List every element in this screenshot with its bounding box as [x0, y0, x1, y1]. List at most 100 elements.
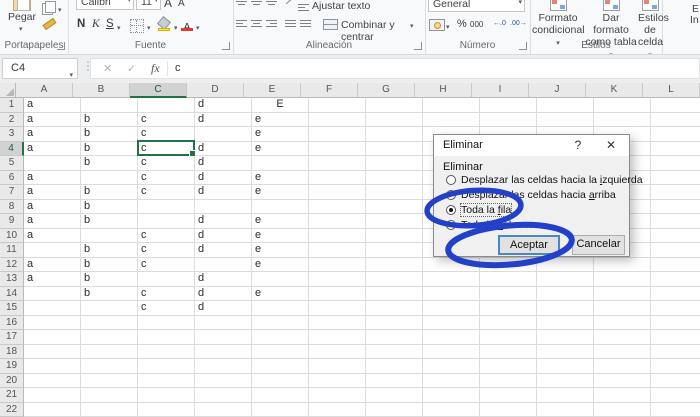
- radio-icon[interactable]: [446, 219, 456, 230]
- cell-L6[interactable]: [651, 171, 700, 185]
- cell-D3[interactable]: [195, 127, 252, 142]
- cell-D21[interactable]: [195, 388, 252, 403]
- cell-C18[interactable]: [138, 344, 195, 359]
- cell-F11[interactable]: [309, 243, 366, 258]
- cell-E8[interactable]: [252, 199, 309, 214]
- name-box[interactable]: C4 ▾: [2, 58, 78, 79]
- cell-L14[interactable]: [651, 287, 700, 301]
- row-header-18[interactable]: 18: [0, 344, 24, 359]
- cell-L18[interactable]: [651, 345, 700, 359]
- cell-G16[interactable]: [366, 315, 423, 330]
- decrease-font-icon[interactable]: A: [178, 0, 185, 9]
- cell-E20[interactable]: [252, 373, 309, 388]
- cell-B12[interactable]: b: [81, 257, 138, 272]
- cell-H13[interactable]: [423, 272, 480, 287]
- cell-H18[interactable]: [423, 344, 480, 359]
- orientation-icon[interactable]: [285, 0, 295, 5]
- cell-B15[interactable]: [81, 301, 138, 316]
- increase-decimal-icon[interactable]: ←.0: [493, 20, 506, 27]
- cell-G20[interactable]: [366, 373, 423, 388]
- cell-J20[interactable]: [537, 373, 594, 388]
- cell-F12[interactable]: [309, 257, 366, 272]
- column-header-B[interactable]: B: [73, 83, 130, 98]
- cell-F14[interactable]: [309, 286, 366, 301]
- chevron-down-icon[interactable]: ▾: [19, 25, 23, 33]
- column-header-D[interactable]: D: [187, 83, 244, 98]
- paste-button[interactable]: Pegar ▾: [4, 0, 40, 36]
- cell-E6[interactable]: e: [252, 170, 309, 185]
- accounting-format-icon[interactable]: [429, 19, 445, 31]
- wrap-text-button[interactable]: Ajustar texto: [312, 0, 370, 12]
- cell-A20[interactable]: [24, 373, 81, 388]
- chevron-down-icon[interactable]: ▾: [518, 0, 522, 10]
- cell-K16[interactable]: [594, 315, 651, 330]
- cell-B14[interactable]: b: [81, 286, 138, 301]
- cell-C8[interactable]: [138, 199, 195, 214]
- cell-A12[interactable]: a: [24, 257, 81, 272]
- cell-F20[interactable]: [309, 373, 366, 388]
- cell-K20[interactable]: [594, 373, 651, 388]
- cell-E15[interactable]: [252, 301, 309, 316]
- row-header-1[interactable]: 1: [0, 98, 24, 113]
- cell-G13[interactable]: [366, 272, 423, 287]
- cell-L9[interactable]: [651, 214, 700, 229]
- cell-C12[interactable]: c: [138, 257, 195, 272]
- cell-G22[interactable]: [366, 402, 423, 417]
- cell-B6[interactable]: [81, 170, 138, 185]
- cell-I20[interactable]: [480, 373, 537, 388]
- cell-F9[interactable]: [309, 214, 366, 229]
- cell-A22[interactable]: [24, 402, 81, 417]
- cell-C20[interactable]: [138, 373, 195, 388]
- column-header-C[interactable]: C: [130, 83, 187, 98]
- cell-B8[interactable]: b: [81, 199, 138, 214]
- fill-color-icon[interactable]: [156, 15, 172, 31]
- help-button[interactable]: ?: [571, 138, 585, 152]
- decrease-decimal-icon[interactable]: .00→: [510, 20, 527, 27]
- cell-I14[interactable]: [480, 286, 537, 301]
- cell-G21[interactable]: [366, 388, 423, 403]
- cell-A9[interactable]: a: [24, 214, 81, 229]
- cell-J18[interactable]: [537, 344, 594, 359]
- cell-A1[interactable]: a: [24, 98, 81, 113]
- cell-C11[interactable]: c: [138, 243, 195, 258]
- enter-icon[interactable]: ✓: [127, 62, 136, 75]
- row-header-20[interactable]: 20: [0, 373, 24, 388]
- cell-G5[interactable]: [366, 156, 423, 171]
- row-header-12[interactable]: 12: [0, 257, 24, 272]
- cell-G4[interactable]: [366, 141, 423, 156]
- dialog-launcher-icon[interactable]: [222, 42, 230, 50]
- cell-L13[interactable]: [651, 272, 700, 287]
- cell-I17[interactable]: [480, 330, 537, 345]
- radio-option-2[interactable]: Desplazar las celdas hacia arriba: [446, 188, 623, 203]
- column-header-F[interactable]: F: [301, 83, 358, 98]
- column-header-L[interactable]: L: [643, 83, 700, 98]
- cell-K18[interactable]: [594, 344, 651, 359]
- row-header-3[interactable]: 3: [0, 127, 24, 142]
- cell-D16[interactable]: [195, 315, 252, 330]
- cell-E16[interactable]: [252, 315, 309, 330]
- column-header-H[interactable]: H: [415, 83, 472, 98]
- cell-L16[interactable]: [651, 316, 700, 330]
- bold-button[interactable]: N: [77, 18, 85, 30]
- cell-A14[interactable]: [24, 286, 81, 301]
- cell-L2[interactable]: [651, 113, 700, 127]
- font-color-icon[interactable]: A: [181, 17, 193, 32]
- copy-icon[interactable]: [42, 1, 56, 15]
- cell-J1[interactable]: [537, 98, 594, 113]
- cell-A21[interactable]: [24, 388, 81, 403]
- cell-F4[interactable]: [309, 141, 366, 156]
- percent-style-button[interactable]: %: [457, 18, 467, 30]
- cell-F8[interactable]: [309, 199, 366, 214]
- cell-A19[interactable]: [24, 359, 81, 374]
- column-header-K[interactable]: K: [586, 83, 643, 98]
- cell-D7[interactable]: d: [195, 185, 252, 200]
- cell-A18[interactable]: [24, 344, 81, 359]
- cell-L3[interactable]: [651, 127, 700, 142]
- cell-E14[interactable]: e: [252, 286, 309, 301]
- align-bottom-icon[interactable]: [266, 0, 277, 5]
- cell-G7[interactable]: [366, 185, 423, 200]
- cell-K14[interactable]: [594, 286, 651, 301]
- increase-indent-icon[interactable]: [300, 18, 311, 27]
- dialog-launcher-icon[interactable]: [519, 42, 527, 50]
- font-name-select[interactable]: Calibri ▾: [76, 0, 134, 10]
